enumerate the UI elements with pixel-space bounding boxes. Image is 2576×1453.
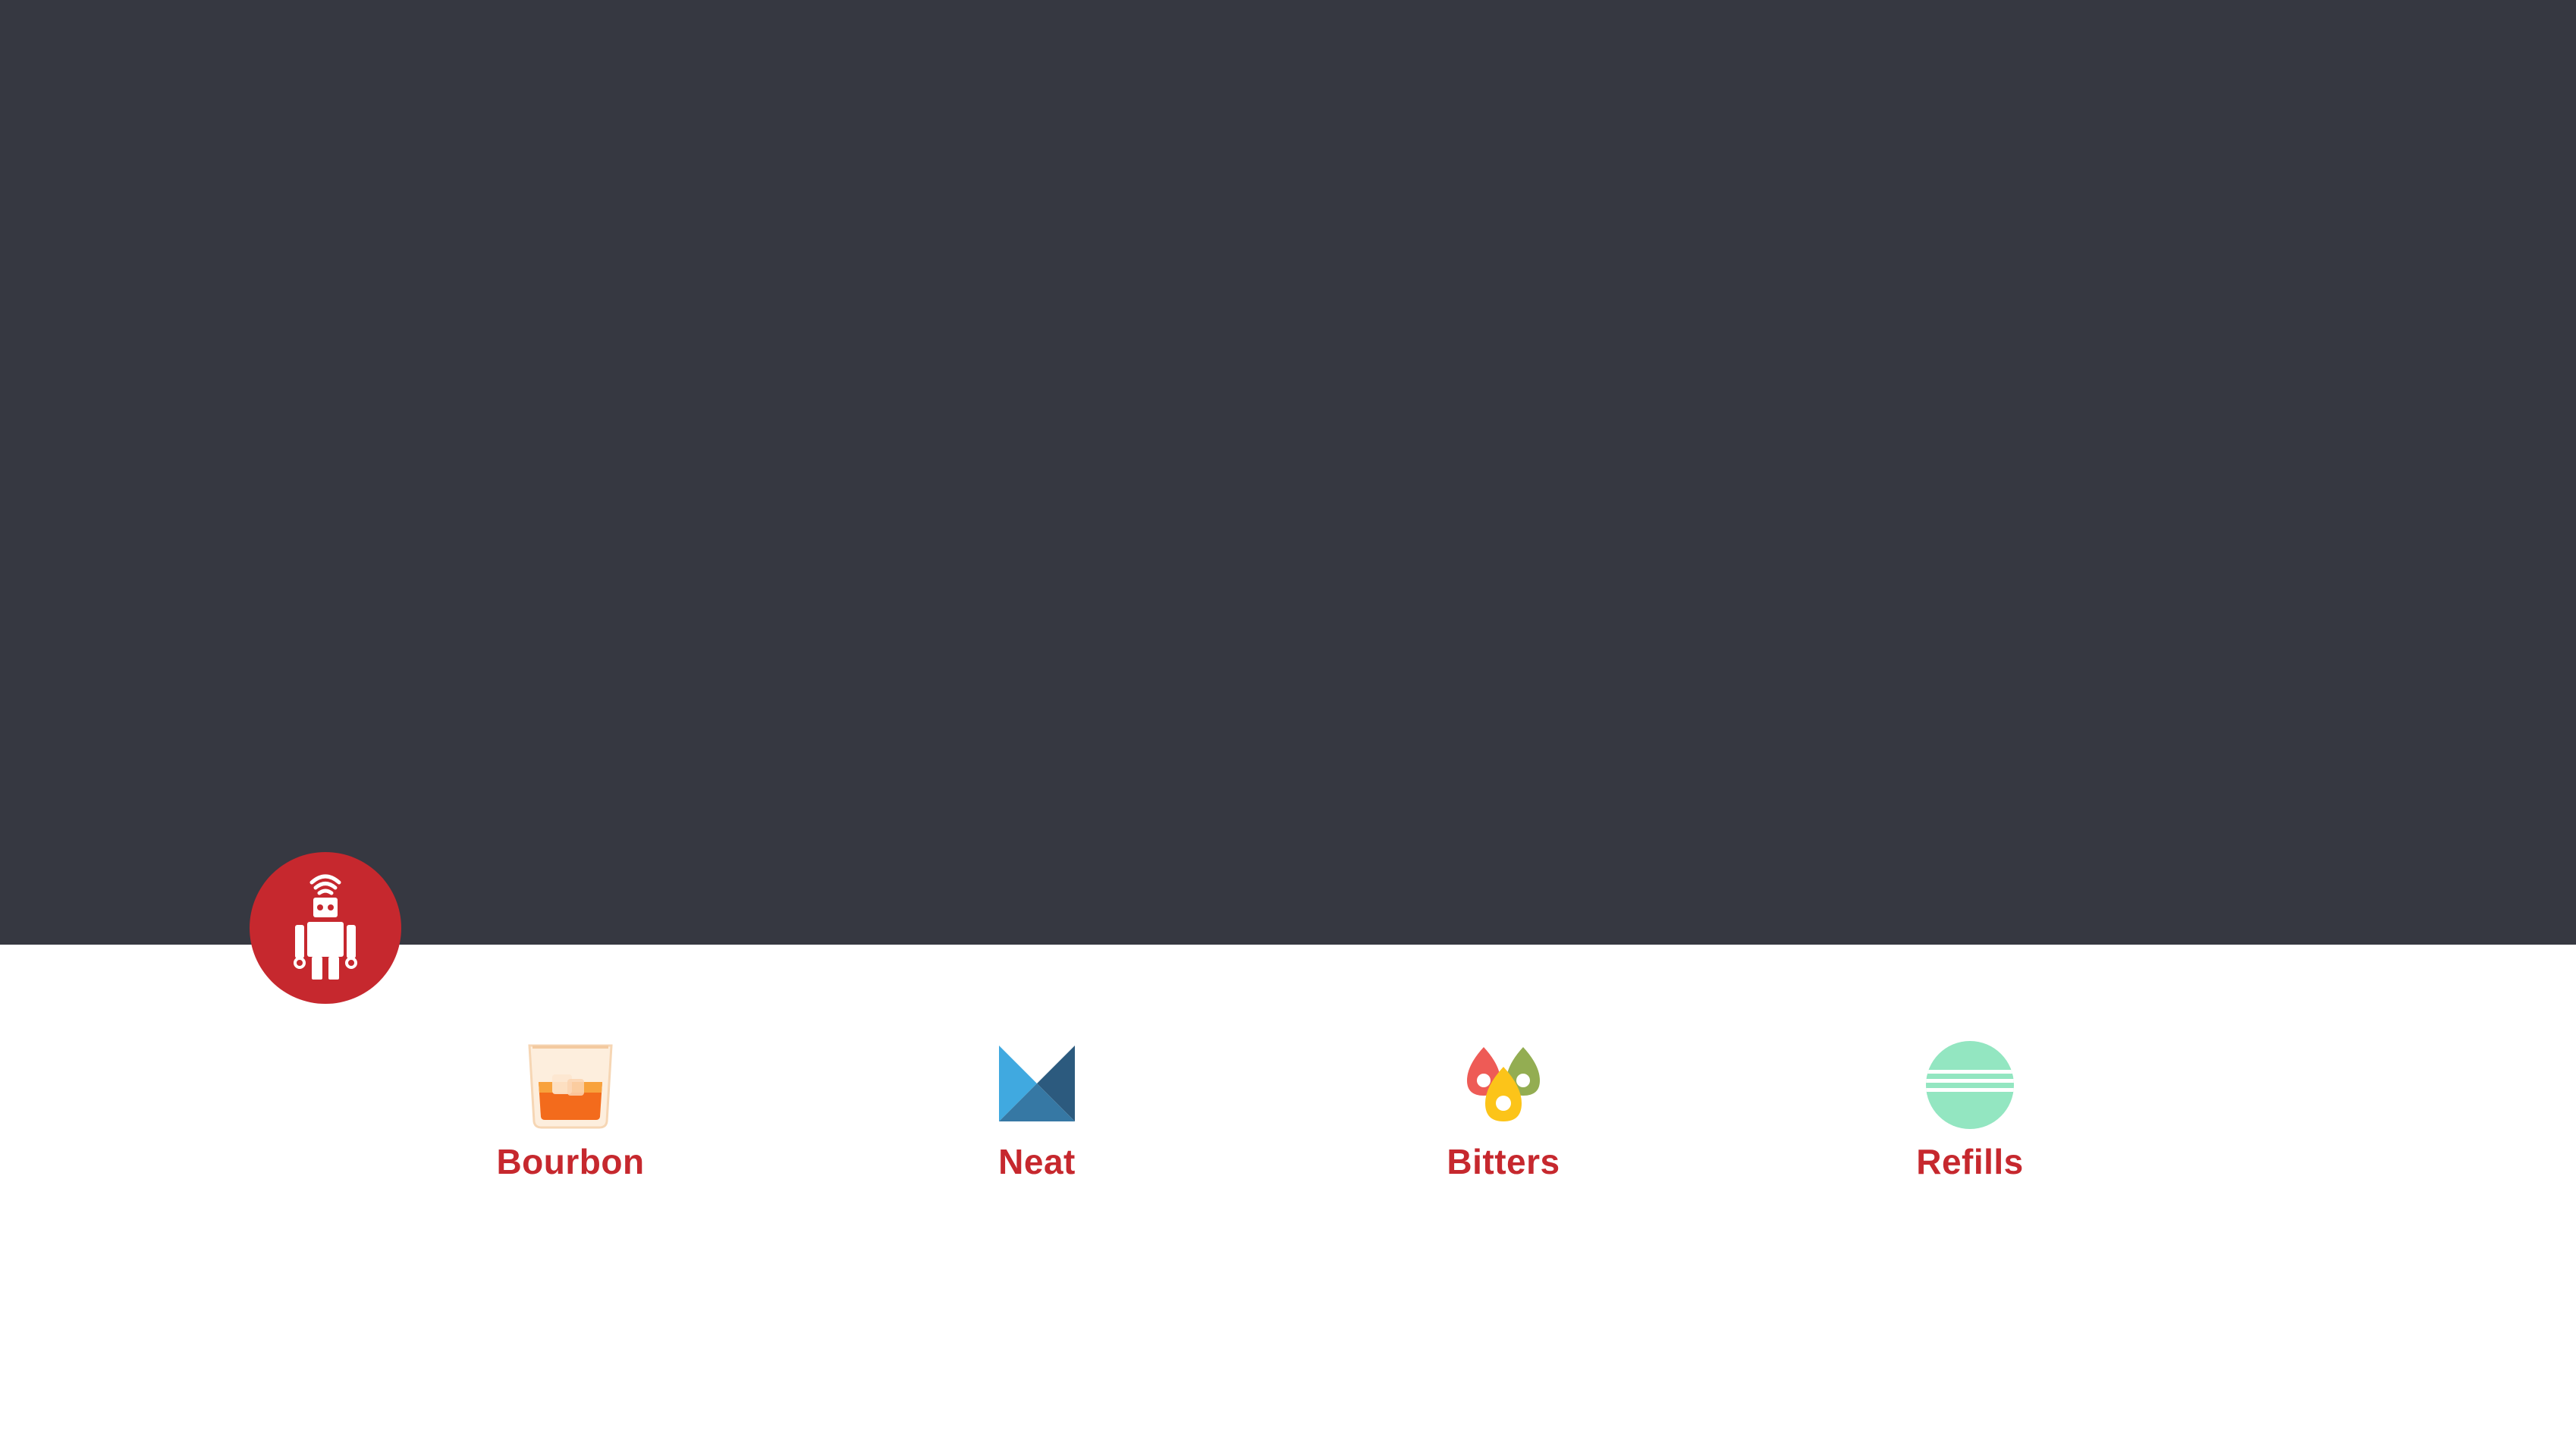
refills-circle-icon [1924,1039,2015,1131]
app-label: Refills [1916,1142,2024,1181]
hero-banner [0,0,2576,945]
app-label: Bitters [1447,1142,1560,1181]
robot-icon [294,874,357,980]
app-label: Neat [998,1142,1076,1181]
app-neat[interactable]: Neat [923,1039,1151,1206]
app-refills[interactable]: Refills [1856,1039,2084,1206]
whiskey-glass-icon [525,1039,616,1131]
bitters-drops-icon [1458,1039,1549,1131]
app-label: Bourbon [496,1142,645,1181]
robot-badge[interactable] [250,852,401,1004]
app-bourbon[interactable]: Bourbon [457,1039,684,1206]
app-bitters[interactable]: Bitters [1390,1039,1617,1206]
neat-logo-icon [991,1039,1082,1131]
